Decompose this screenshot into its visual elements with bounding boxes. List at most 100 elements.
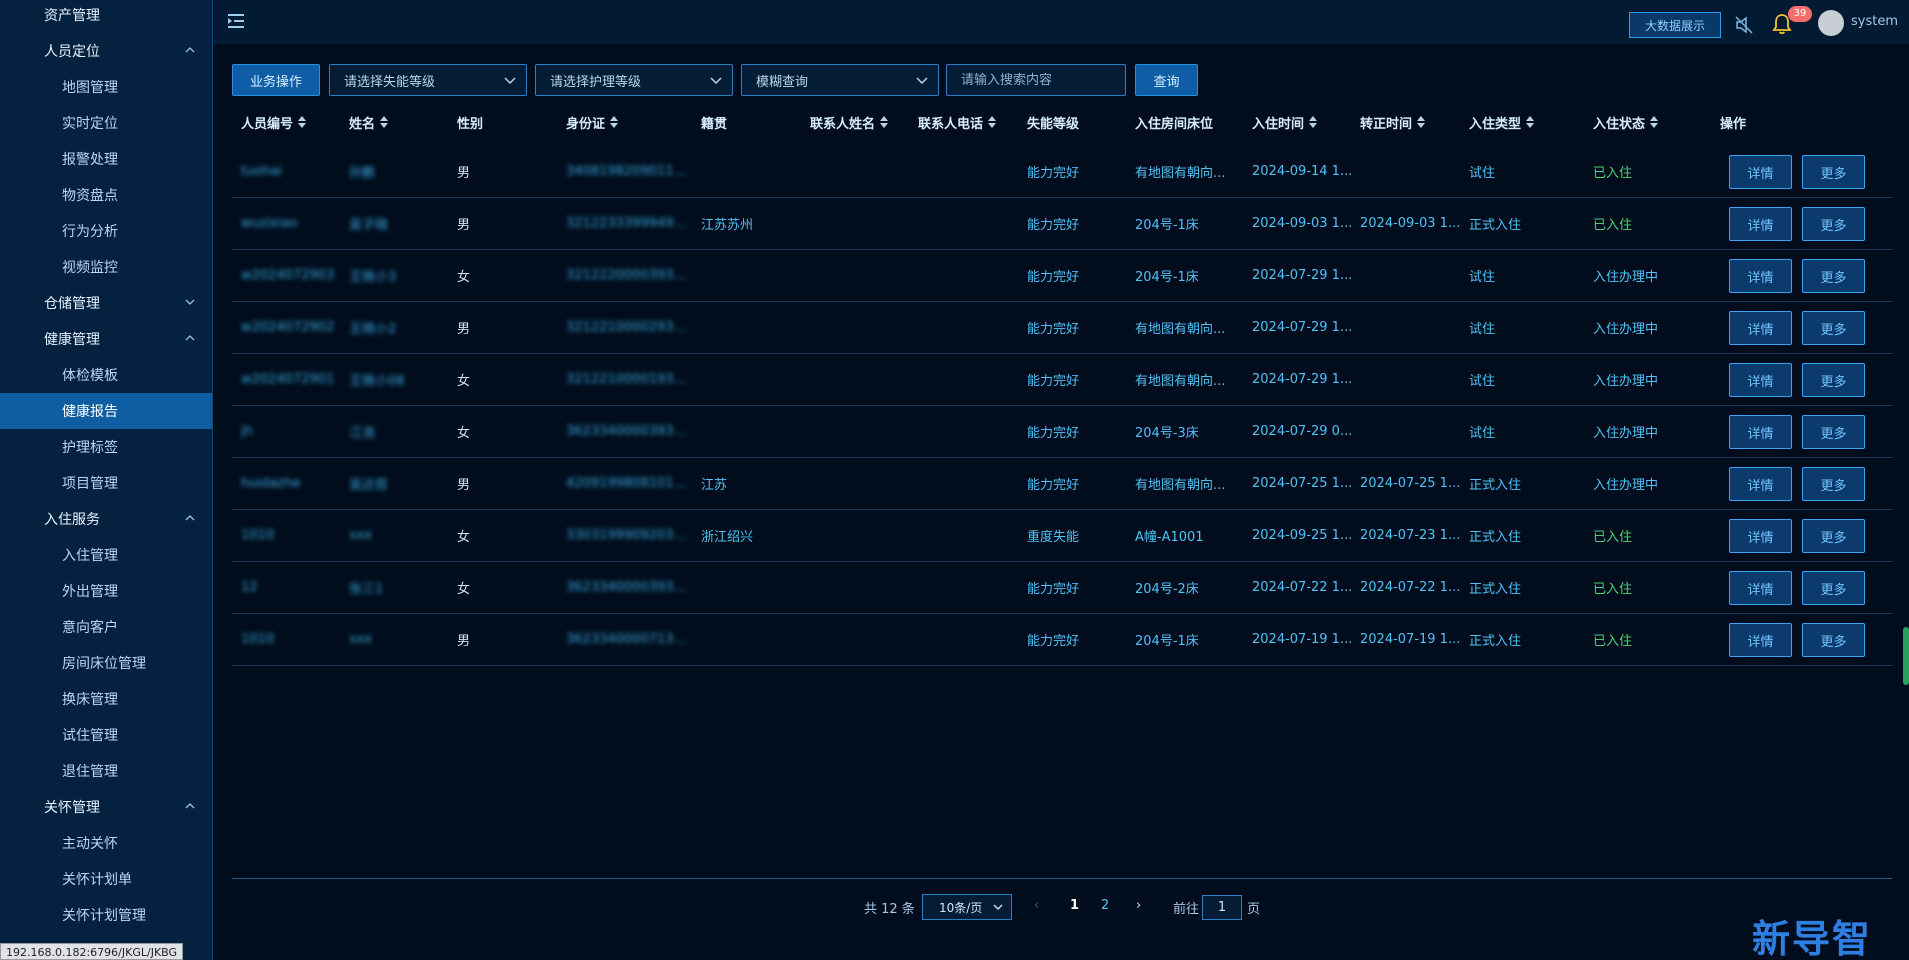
column-header[interactable]: 联系人姓名 [810, 104, 889, 140]
table-row[interactable]: 1010 xxx 男 3623340000713... 能力完好 204号-1床 2024-… [232, 614, 1892, 666]
avatar[interactable] [1818, 10, 1844, 36]
table-row[interactable]: w2024072903 王晓小3 女 3212220000393... 能力完好 204号… [232, 250, 1892, 302]
page-1-button[interactable]: 1 [1070, 898, 1079, 913]
table-row[interactable]: wuzixiao 吴子晓 男 3212233399949... 江苏苏州 能力完好 204号… [232, 198, 1892, 250]
bigscreen-button[interactable]: 大数据展示 [1629, 12, 1721, 38]
care-level-select[interactable]: 请选择护理等级 [535, 64, 733, 96]
table-row[interactable]: tuohai 孙鹏 男 3408198209011... 能力完好 有地图有朝向... 20… [232, 146, 1892, 198]
sidebar-item-17[interactable]: 意向客户 [0, 609, 212, 645]
detail-button[interactable]: 详情 [1729, 363, 1792, 397]
more-button[interactable]: 更多 [1802, 259, 1865, 293]
sort-icon[interactable] [1526, 116, 1535, 128]
column-header[interactable]: 联系人电话 [918, 104, 997, 140]
sidebar-item-6[interactable]: 行为分析 [0, 213, 212, 249]
sort-icon[interactable] [1417, 116, 1426, 128]
column-header[interactable]: 转正时间 [1360, 104, 1426, 140]
more-button[interactable]: 更多 [1802, 467, 1865, 501]
sidebar-item-8[interactable]: 仓储管理 [0, 285, 212, 321]
table-row[interactable]: 1010 xxx 女 3303199909203... 浙江绍兴 重度失能 A幢-A1001… [232, 510, 1892, 562]
more-button[interactable]: 更多 [1802, 363, 1865, 397]
query-button[interactable]: 查询 [1135, 64, 1198, 96]
column-header[interactable]: 人员编号 [241, 104, 307, 140]
sidebar-item-15[interactable]: 入住管理 [0, 537, 212, 573]
detail-button[interactable]: 详情 [1729, 467, 1792, 501]
sidebar-item-0[interactable]: 资产管理 [0, 0, 212, 33]
chevron-up-icon [185, 515, 195, 521]
sidebar-item-24[interactable]: 关怀计划单 [0, 861, 212, 897]
prev-page-button[interactable]: ‹ [1034, 898, 1039, 913]
query-mode-select[interactable]: 模糊查询 [741, 64, 939, 96]
detail-button[interactable]: 详情 [1729, 623, 1792, 657]
mute-icon[interactable] [1734, 15, 1754, 35]
sort-icon[interactable] [610, 116, 619, 128]
sort-icon[interactable] [298, 116, 307, 128]
table-row[interactable]: 12 张三1 女 3623340000393... 能力完好 204号-2床 2024-07… [232, 562, 1892, 614]
sidebar-item-2[interactable]: 地图管理 [0, 69, 212, 105]
cell-idcard: 3623340000393... [566, 424, 686, 439]
sidebar-item-19[interactable]: 换床管理 [0, 681, 212, 717]
table-header: 人员编号 姓名 性别 身份证 籍贯 联系人姓名 联系人电话 失能等级 入住房间床位 入住时间 转正时… [232, 104, 1892, 140]
column-header[interactable]: 姓名 [349, 104, 389, 140]
disability-level-select[interactable]: 请选择失能等级 [329, 64, 527, 96]
sidebar-item-4[interactable]: 报警处理 [0, 141, 212, 177]
sidebar-item-16[interactable]: 外出管理 [0, 573, 212, 609]
cell-type: 正式入住 [1469, 582, 1522, 597]
more-button[interactable]: 更多 [1802, 571, 1865, 605]
more-button[interactable]: 更多 [1802, 415, 1865, 449]
sort-icon[interactable] [1309, 116, 1318, 128]
table-row[interactable]: jh 江浩 女 3623340000393... 能力完好 204号-3床 2024-07-… [232, 406, 1892, 458]
page-2-button[interactable]: 2 [1101, 898, 1109, 913]
sidebar-item-23[interactable]: 主动关怀 [0, 825, 212, 861]
sidebar-item-label: 房间床位管理 [62, 656, 146, 672]
sidebar-item-12[interactable]: 护理标签 [0, 429, 212, 465]
goto-page-input[interactable] [1202, 895, 1242, 920]
sidebar-item-9[interactable]: 健康管理 [0, 321, 212, 357]
scrollbar-thumb[interactable] [1903, 627, 1909, 685]
table-row[interactable]: huidazhe 吴达哲 男 4209199808101... 江苏 能力完好 有地图有朝向… [232, 458, 1892, 510]
sidebar-item-11[interactable]: 健康报告 [0, 393, 212, 429]
sidebar-item-18[interactable]: 房间床位管理 [0, 645, 212, 681]
sort-icon[interactable] [988, 116, 997, 128]
detail-button[interactable]: 详情 [1729, 519, 1792, 553]
sort-icon[interactable] [1650, 116, 1659, 128]
column-header[interactable]: 入住类型 [1469, 104, 1535, 140]
sidebar-item-22[interactable]: 关怀管理 [0, 789, 212, 825]
sidebar-item-14[interactable]: 入住服务 [0, 501, 212, 537]
sidebar-item-5[interactable]: 物资盘点 [0, 177, 212, 213]
sidebar-item-21[interactable]: 退住管理 [0, 753, 212, 789]
column-header[interactable]: 入住时间 [1252, 104, 1318, 140]
business-ops-button[interactable]: 业务操作 [232, 64, 320, 96]
cell-checkin: 2024-07-29 1... [1252, 372, 1352, 387]
table-row[interactable]: w2024072902 王晓小2 男 3212210000293... 能力完好 有地图有… [232, 302, 1892, 354]
detail-button[interactable]: 详情 [1729, 571, 1792, 605]
sidebar-item-10[interactable]: 体检模板 [0, 357, 212, 393]
search-input[interactable] [946, 64, 1126, 96]
sidebar-item-25[interactable]: 关怀计划管理 [0, 897, 212, 933]
sidebar-item-1[interactable]: 人员定位 [0, 33, 212, 69]
sidebar-item-7[interactable]: 视频监控 [0, 249, 212, 285]
detail-button[interactable]: 详情 [1729, 311, 1792, 345]
username[interactable]: system [1851, 14, 1898, 29]
more-button[interactable]: 更多 [1802, 207, 1865, 241]
sidebar-item-3[interactable]: 实时定位 [0, 105, 212, 141]
sidebar-item-20[interactable]: 试住管理 [0, 717, 212, 753]
table-row[interactable]: w2024072901 王晓小08 女 3212210000193... 能力完好 有地图… [232, 354, 1892, 406]
detail-button[interactable]: 详情 [1729, 259, 1792, 293]
detail-button[interactable]: 详情 [1729, 207, 1792, 241]
detail-button[interactable]: 详情 [1729, 155, 1792, 189]
column-header[interactable]: 入住状态 [1593, 104, 1659, 140]
cell-contact-name [810, 562, 910, 613]
page-size-select[interactable]: 10条/页 [922, 894, 1012, 920]
next-page-button[interactable]: › [1136, 898, 1141, 913]
menu-fold-icon[interactable] [228, 13, 246, 29]
cell-type: 试住 [1469, 426, 1496, 441]
sidebar-item-13[interactable]: 项目管理 [0, 465, 212, 501]
more-button[interactable]: 更多 [1802, 623, 1865, 657]
more-button[interactable]: 更多 [1802, 311, 1865, 345]
column-header[interactable]: 身份证 [566, 104, 619, 140]
more-button[interactable]: 更多 [1802, 155, 1865, 189]
more-button[interactable]: 更多 [1802, 519, 1865, 553]
detail-button[interactable]: 详情 [1729, 415, 1792, 449]
sort-icon[interactable] [880, 116, 889, 128]
sort-icon[interactable] [380, 116, 389, 128]
